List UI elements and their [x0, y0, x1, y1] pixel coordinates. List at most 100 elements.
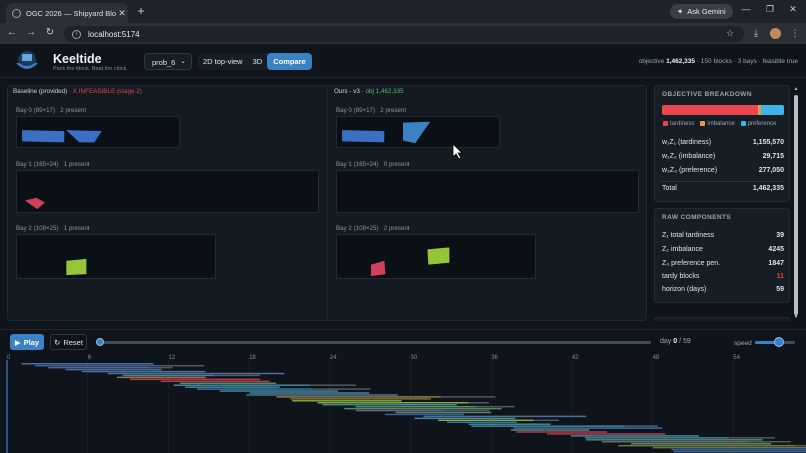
baseline-bay-0 [16, 116, 180, 148]
keeltide-logo-icon [16, 51, 38, 69]
gantt-bar [414, 417, 516, 420]
ours-bay-0 [336, 116, 500, 148]
gantt-bar [107, 372, 285, 375]
site-info-icon[interactable]: i [72, 29, 81, 39]
scroll-up-icon[interactable]: ▲ [792, 86, 800, 92]
breakdown-legend: tardiness imbalance preference [663, 121, 776, 127]
gantt-bar [516, 431, 608, 433]
block [371, 260, 386, 277]
restore-icon[interactable]: ❐ [764, 4, 776, 15]
raw-row: tardy blocks 11 [662, 273, 784, 280]
breakdown-total: Total 1,462,335 [662, 185, 784, 192]
reset-button[interactable]: ↻ Reset [50, 334, 87, 350]
view-2d-button[interactable]: 2D top-view [198, 53, 248, 70]
browser-menu-icon[interactable]: ⋮ [789, 28, 801, 39]
ours-bay-1 [336, 170, 639, 213]
profile-avatar[interactable] [770, 28, 781, 39]
gantt-bar [586, 439, 763, 441]
url-input[interactable]: i localhost:5174 [64, 26, 744, 42]
tab-close-icon[interactable]: ✕ [116, 8, 128, 19]
raw-components-card: RAW COMPONENTS Z₁ total tardiness 39 Z₂ i… [654, 208, 790, 303]
gantt-bar [513, 427, 663, 429]
gantt-bar [312, 388, 371, 390]
baseline-bay-1 [16, 170, 319, 213]
breakdown-row-imbalance: w₂Z₂ (imbalance) 29,715 [662, 153, 784, 160]
sidebar-scrollbar[interactable]: ▲ ▼ [792, 85, 800, 321]
gantt-tick-label: 24 [330, 355, 337, 361]
objective-stacked-bar [662, 105, 784, 115]
gantt-bar [196, 388, 313, 390]
block [427, 247, 450, 265]
legend-imbalance: imbalance [700, 121, 735, 127]
playback-controls: ▶ Play ↻ Reset day 0 / 59 speed [0, 329, 806, 353]
objective-summary: objective 1,462,335 · 150 blocks · 3 bay… [638, 58, 798, 65]
gantt-chart: 0 6 12 18 24 30 36 42 48 54 [6, 355, 806, 453]
baseline-bay-2 [16, 234, 216, 279]
view-3d-button[interactable]: 3D [248, 53, 268, 70]
gantt-bar [292, 400, 402, 402]
gantt-bar [468, 402, 489, 404]
raw-row: horizon (days) 59 [662, 286, 784, 293]
gantt-tick-label: 6 [88, 355, 92, 361]
back-icon[interactable]: ← [6, 27, 18, 38]
gantt-bar [246, 394, 398, 396]
baseline-header: Baseline (provided) · X INFEASIBLE (stag… [13, 88, 142, 95]
app-header: Keeltide Pack the block. Beat the clock.… [0, 45, 806, 78]
ours-bay-1-label: Bay 1 (165×24) 0 present [336, 161, 410, 168]
gantt-bar [355, 409, 443, 412]
download-icon[interactable]: ⤓ [750, 28, 762, 39]
forward-icon[interactable]: → [25, 27, 37, 38]
ask-gemini-button[interactable]: ✦ Ask Gemini [670, 4, 733, 19]
breakdown-title: OBJECTIVE BREAKDOWN [662, 91, 752, 98]
gantt-bar [122, 374, 214, 377]
breakdown-row-preference: w₃Z₃ (preference) 277,050 [662, 167, 784, 174]
scrollbar-thumb[interactable] [794, 95, 798, 315]
reload-icon[interactable]: ↻ [44, 27, 56, 38]
block [22, 130, 65, 143]
baseline-column: Baseline (provided) · X INFEASIBLE (stag… [8, 86, 328, 320]
legend-tardiness: tardiness [663, 121, 694, 127]
gantt-bar [446, 421, 518, 423]
new-tab-icon[interactable]: + [134, 4, 148, 18]
gantt-bar [290, 398, 431, 400]
day-slider-thumb[interactable] [96, 338, 104, 346]
gantt-bar [727, 437, 775, 439]
raw-title: RAW COMPONENTS [662, 214, 732, 221]
gantt-bar [160, 380, 270, 383]
browser-tab[interactable]: OGC 2026 — Shipyard Block St ✕ [6, 3, 128, 23]
gantt-bar [653, 446, 806, 449]
gantt-bar [438, 419, 534, 422]
view-compare-button[interactable]: Compare [267, 53, 312, 70]
bookmark-star-icon[interactable]: ☆ [724, 28, 736, 39]
gantt-bar [618, 444, 796, 447]
gantt-bar [584, 437, 728, 439]
block [342, 130, 385, 143]
gantt-bar [276, 396, 441, 398]
gantt-tick-label: 54 [733, 355, 740, 361]
close-window-icon[interactable]: ✕ [787, 4, 799, 15]
gantt-tick-label: 18 [249, 355, 256, 361]
speed-slider-thumb[interactable] [774, 337, 784, 347]
gantt-bar [21, 363, 154, 365]
speed-label: speed [734, 340, 752, 347]
gantt-bar [510, 429, 590, 431]
play-button[interactable]: ▶ Play [10, 334, 44, 350]
day-readout: day 0 / 59 [660, 338, 691, 345]
minimize-icon[interactable]: — [740, 4, 752, 14]
gantt-bar [471, 425, 625, 427]
gantt-bar [468, 423, 551, 425]
gantt-tick-label: 12 [168, 355, 175, 361]
baseline-bay-1-label: Bay 1 (165×24) 1 present [16, 161, 90, 168]
block [66, 130, 102, 143]
gantt-bar [795, 444, 806, 447]
reset-icon: ↻ [54, 337, 61, 347]
gantt-bar [179, 382, 277, 384]
problem-select[interactable]: prob_6 ⌄ [144, 53, 192, 70]
legend-preference: preference [740, 121, 776, 127]
gantt-bar [219, 390, 338, 392]
scroll-down-icon[interactable]: ▼ [792, 314, 800, 320]
day-slider-track[interactable] [99, 341, 651, 344]
gantt-bar [34, 364, 161, 367]
gantt-bar [395, 411, 491, 414]
gantt-bar [624, 425, 658, 427]
